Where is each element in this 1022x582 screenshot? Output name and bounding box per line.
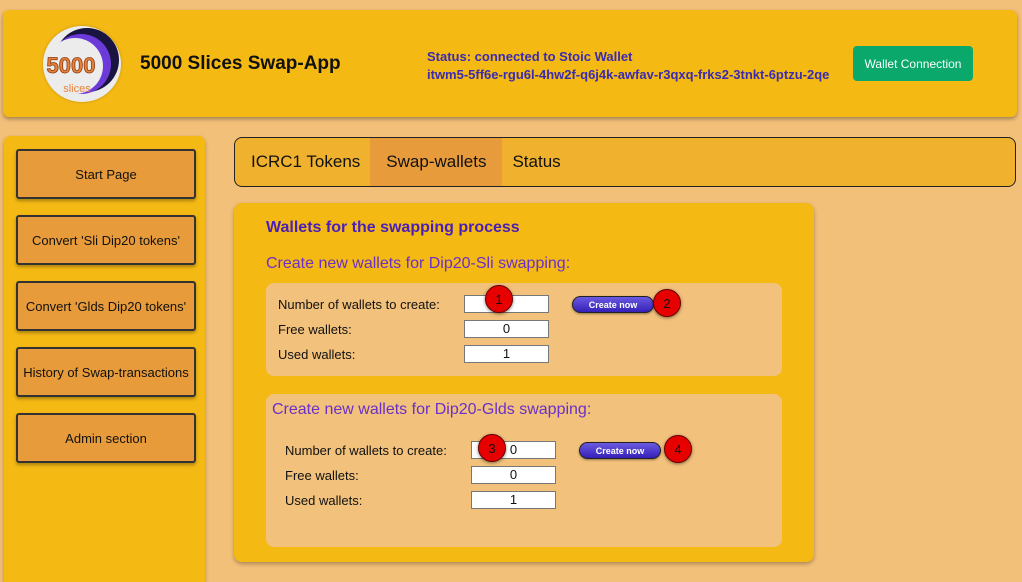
sidebar-item-convert-glds[interactable]: Convert 'Glds Dip20 tokens' (16, 281, 196, 331)
glds-wallet-box: Create new wallets for Dip20-Glds swappi… (266, 394, 782, 547)
annotation-marker-4: 4 (664, 435, 692, 463)
sidebar: Start Page Convert 'Sli Dip20 tokens' Co… (4, 136, 205, 582)
connection-status: Status: connected to Stoic Wallet (427, 49, 633, 64)
logo-subtext: slices (63, 83, 91, 95)
tab-bar: ICRC1 Tokens Swap-wallets Status (234, 137, 1016, 187)
app-header: 5000 slices 5000 Slices Swap-App Status:… (3, 10, 1017, 117)
tab-status[interactable]: Status (502, 138, 570, 186)
sli-create-label: Number of wallets to create: (278, 297, 440, 312)
app-logo: 5000 slices (43, 26, 121, 102)
glds-used-label: Used wallets: (285, 493, 363, 508)
sidebar-item-convert-sli[interactable]: Convert 'Sli Dip20 tokens' (16, 215, 196, 265)
swap-wallets-panel: Wallets for the swapping process Create … (234, 203, 814, 562)
sli-section-title: Create new wallets for Dip20-Sli swappin… (266, 255, 571, 272)
glds-free-wallets-field: 0 (471, 466, 556, 484)
glds-create-now-button[interactable]: Create now (579, 442, 661, 459)
sidebar-item-start-page[interactable]: Start Page (16, 149, 196, 199)
annotation-marker-2: 2 (653, 289, 681, 317)
tab-swap-wallets[interactable]: Swap-wallets (370, 138, 503, 186)
glds-used-wallets-field: 1 (471, 491, 556, 509)
sli-used-wallets-field: 1 (464, 345, 549, 363)
glds-section-title: Create new wallets for Dip20-Glds swappi… (272, 401, 592, 418)
tab-icrc1-tokens[interactable]: ICRC1 Tokens (241, 138, 370, 186)
panel-title: Wallets for the swapping process (266, 219, 520, 236)
glds-free-label: Free wallets: (285, 468, 359, 483)
wallet-connection-button[interactable]: Wallet Connection (853, 46, 973, 81)
glds-create-label: Number of wallets to create: (285, 443, 447, 458)
annotation-marker-3: 3 (478, 434, 506, 462)
sidebar-item-history[interactable]: History of Swap-transactions (16, 347, 196, 397)
app-title: 5000 Slices Swap-App (140, 53, 341, 74)
sli-free-label: Free wallets: (278, 322, 352, 337)
sli-create-now-button[interactable]: Create now (572, 296, 654, 313)
sli-free-wallets-field: 0 (464, 320, 549, 338)
logo-text: 5000 (47, 53, 96, 78)
sli-used-label: Used wallets: (278, 347, 356, 362)
sli-wallet-box: Number of wallets to create: 0 Create no… (266, 283, 782, 376)
annotation-marker-1: 1 (485, 285, 513, 313)
sidebar-item-admin[interactable]: Admin section (16, 413, 196, 463)
wallet-principal: itwm5-5ff6e-rgu6l-4hw2f-q6j4k-awfav-r3qx… (427, 67, 830, 82)
